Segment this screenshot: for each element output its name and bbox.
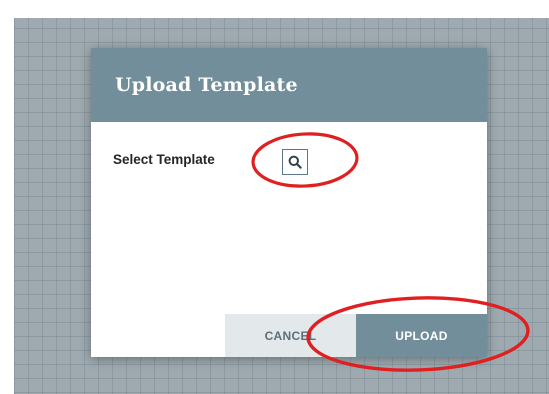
select-template-label: Select Template xyxy=(113,152,215,167)
canvas-edge xyxy=(0,18,14,394)
select-template-button[interactable] xyxy=(282,149,308,175)
search-icon xyxy=(288,155,302,169)
upload-button[interactable]: UPLOAD xyxy=(356,314,487,357)
dialog-body: Select Template xyxy=(91,122,487,314)
top-strip xyxy=(0,0,549,18)
cancel-button[interactable]: CANCEL xyxy=(225,314,356,357)
dialog-title: Upload Template xyxy=(115,74,298,96)
dialog-header: Upload Template xyxy=(91,48,487,122)
dialog-footer: CANCEL UPLOAD xyxy=(91,314,487,357)
upload-template-dialog: Upload Template Select Template CANCEL U… xyxy=(91,48,487,357)
